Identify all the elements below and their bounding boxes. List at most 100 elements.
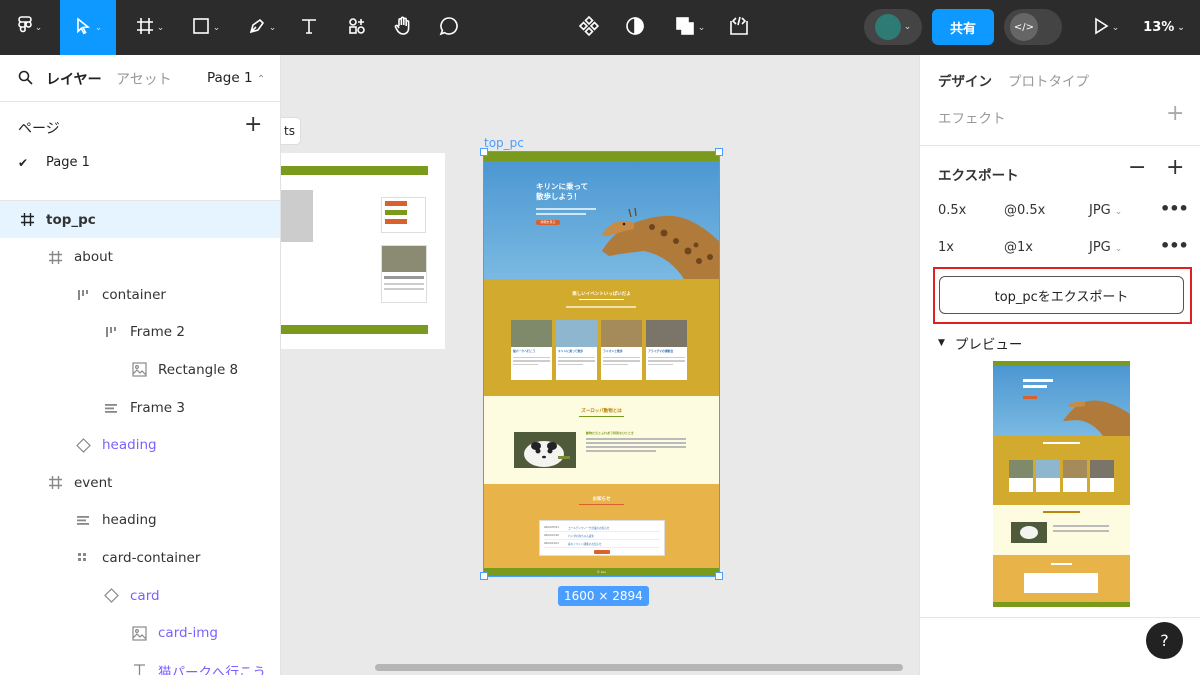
layer-label: 猫パークへ行こう	[158, 664, 266, 675]
page-item[interactable]: ✔ Page 1	[18, 155, 90, 170]
layer-row[interactable]: card	[0, 577, 280, 614]
layer-label: Rectangle 8	[158, 361, 239, 378]
tab-design[interactable]: デザイン	[938, 70, 992, 90]
about-subheading: 動物たちとふれあう特別なひととき	[586, 431, 634, 435]
comment-icon	[439, 16, 459, 40]
add-export-icon[interactable]: +	[1166, 155, 1184, 180]
help-icon: ?	[1160, 631, 1169, 650]
layer-row[interactable]: heading	[0, 502, 280, 539]
tab-prototype[interactable]: プロトタイプ	[1008, 70, 1089, 90]
properties-panel: デザイン プロトタイプ エフェクト + エクスポート − + 0.5x @0.5x…	[919, 55, 1200, 675]
layer-row[interactable]: card-img	[0, 615, 280, 652]
add-effect-icon[interactable]: +	[1166, 101, 1184, 126]
news-date: 2024.04.01	[544, 542, 559, 545]
site-footer-text: © zoo	[596, 570, 607, 574]
boolean-icon	[675, 16, 695, 40]
mask-button[interactable]	[620, 0, 650, 55]
move-tool-button[interactable]: ⌄	[60, 0, 116, 55]
autolayout-vertical-icon	[102, 399, 120, 417]
layer-row[interactable]: Frame 2	[0, 314, 280, 351]
more-options-icon[interactable]: •••	[1160, 236, 1189, 255]
left-frame-label[interactable]: ts	[281, 117, 301, 145]
export-suffix-input[interactable]: @0.5x	[1004, 203, 1045, 218]
dev-mode-toggle[interactable]: </>	[1004, 9, 1062, 45]
resize-handle-br[interactable]	[715, 572, 723, 580]
divider	[920, 617, 1200, 618]
news-item[interactable]: 2024.04.20 パンダの赤ちゃん誕生	[544, 532, 660, 540]
layer-row[interactable]: heading	[0, 427, 280, 464]
play-icon	[1093, 17, 1109, 39]
chevron-down-icon: ⌄	[1177, 22, 1185, 33]
news-item[interactable]: 2024.05.01 ゴールデンウィーク営業のお知らせ	[544, 524, 660, 532]
layer-row[interactable]: top_pc	[0, 201, 280, 238]
left-frame[interactable]	[281, 153, 445, 349]
remove-export-icon[interactable]: −	[1128, 155, 1146, 180]
zoom-menu[interactable]: 13% ⌄	[1136, 0, 1192, 55]
export-format-select[interactable]: JPG ⌄	[1089, 240, 1122, 255]
components-button[interactable]	[574, 0, 604, 55]
news-divider	[579, 504, 624, 505]
layer-row[interactable]: container	[0, 276, 280, 313]
export-button[interactable]: top_pcをエクスポート	[939, 276, 1184, 314]
layer-row[interactable]: card-container	[0, 539, 280, 576]
export-scale-input[interactable]: 0.5x	[938, 203, 966, 218]
main-menu-button[interactable]: ⌄	[10, 0, 50, 55]
add-page-icon[interactable]: +	[244, 112, 262, 137]
event-divider	[579, 299, 624, 300]
chevron-down-icon: ⌄	[1111, 22, 1120, 33]
frame-name-label[interactable]: top_pc	[484, 136, 524, 150]
pen-tool-button[interactable]: ⌄	[240, 0, 284, 55]
layer-row[interactable]: Frame 3	[0, 389, 280, 426]
site-card-img	[601, 320, 642, 347]
news-item[interactable]: 2024.04.01 春のイベント開催のお知らせ	[544, 540, 660, 548]
chevron-down-icon: ⌄	[903, 22, 912, 32]
panda-image	[514, 432, 576, 468]
figma-logo-icon	[17, 15, 32, 40]
news-date: 2024.05.01	[544, 526, 559, 529]
export-suffix-input[interactable]: @1x	[1004, 240, 1033, 255]
top-pc-frame[interactable]: キリンに乗って 散歩しよう！ 詳細を見る 楽しいイベントいっぱいだよ 猫パークへ…	[483, 151, 720, 577]
text-icon	[300, 17, 318, 39]
hand-tool-button[interactable]	[388, 0, 418, 55]
left-frame-card2	[381, 245, 427, 303]
more-options-icon[interactable]: •••	[1160, 199, 1189, 218]
text-tool-button[interactable]	[294, 0, 324, 55]
autolayout-vertical-icon	[74, 511, 92, 529]
pages-section: ページ + ✔ Page 1	[0, 103, 280, 201]
tab-assets[interactable]: アセット	[116, 69, 172, 89]
resources-button[interactable]	[342, 0, 372, 55]
resize-handle-bl[interactable]	[480, 572, 488, 580]
export-scale-input[interactable]: 1x	[938, 240, 954, 255]
help-button[interactable]: ?	[1146, 622, 1183, 659]
chevron-down-icon: ⌄	[268, 22, 277, 33]
share-button[interactable]: 共有	[932, 9, 994, 45]
canvas[interactable]: ts top_pc キリンに乗って 散歩しよう！ 詳細を見る 楽しいイベントいっ…	[281, 55, 919, 675]
frame-tool-button[interactable]: ⌄	[128, 0, 172, 55]
news-more-button[interactable]	[594, 550, 610, 554]
page-selector[interactable]: Page 1 ⌃	[207, 70, 265, 86]
export-format-select[interactable]: JPG ⌄	[1089, 203, 1122, 218]
layer-row[interactable]: 猫パークへ行こう	[0, 652, 280, 675]
shape-tool-button[interactable]: ⌄	[184, 0, 228, 55]
resize-handle-tl[interactable]	[480, 148, 488, 156]
layer-row[interactable]: Rectangle 8	[0, 351, 280, 388]
dev-handoff-button[interactable]	[724, 0, 754, 55]
left-frame-label-text: ts	[284, 124, 295, 138]
search-icon[interactable]	[18, 70, 33, 89]
comment-tool-button[interactable]	[434, 0, 464, 55]
layer-row[interactable]: event	[0, 464, 280, 501]
present-button[interactable]: ⌄	[1084, 0, 1128, 55]
frame-icon	[136, 17, 154, 39]
resize-handle-tr[interactable]	[715, 148, 723, 156]
export-preview	[993, 361, 1130, 607]
site-hero: キリンに乗って 散歩しよう！ 詳細を見る	[484, 161, 719, 279]
horizontal-scrollbar[interactable]	[375, 664, 903, 671]
about-text	[586, 438, 686, 452]
tab-layers[interactable]: レイヤー	[46, 69, 102, 89]
boolean-button[interactable]: ⌄	[668, 0, 712, 55]
preview-toggle[interactable]: ▼ プレビュー	[938, 333, 1022, 353]
user-menu-button[interactable]: ⌄	[864, 9, 922, 45]
export-button-label: top_pcをエクスポート	[994, 289, 1129, 305]
layer-row[interactable]: about	[0, 239, 280, 276]
zoom-level: 13%	[1143, 20, 1175, 35]
